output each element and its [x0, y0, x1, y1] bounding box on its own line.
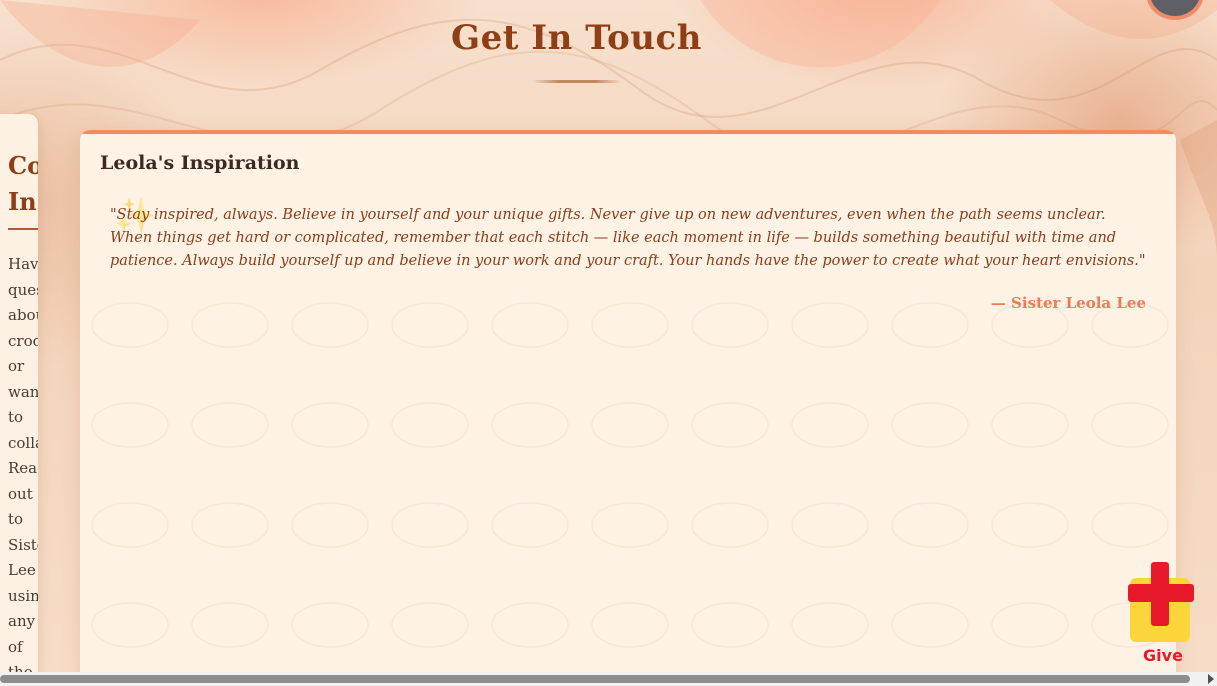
ring-pattern [91, 302, 1169, 648]
inspiration-title: Leola's Inspiration [100, 152, 300, 174]
contact-info-card: Co In Hav ques abou croc or wan to colla… [0, 114, 38, 686]
card-accent-bar [80, 130, 1176, 134]
contact-info-title: Co In [8, 151, 38, 216]
horizontal-scrollbar[interactable] [0, 672, 1217, 686]
title-underline [532, 80, 622, 83]
page-title: Get In Touch [451, 18, 702, 58]
inspiration-card: Leola's Inspiration ✨ "Stay inspired, al… [80, 130, 1176, 686]
give-label: Give [1143, 646, 1183, 665]
inspiration-quote: "Stay inspired, always. Believe in yours… [110, 207, 1146, 269]
quote-attribution: — Sister Leola Lee [990, 294, 1146, 312]
give-button[interactable]: Give [1124, 562, 1196, 668]
gift-ribbon-horizontal [1128, 584, 1194, 602]
scroll-right-arrow-icon[interactable] [1208, 674, 1214, 684]
contact-info-text: Hav ques abou croc or wan to colla Reac … [8, 255, 38, 681]
scrollbar-thumb[interactable] [0, 675, 1190, 683]
contact-info-divider [8, 228, 38, 230]
